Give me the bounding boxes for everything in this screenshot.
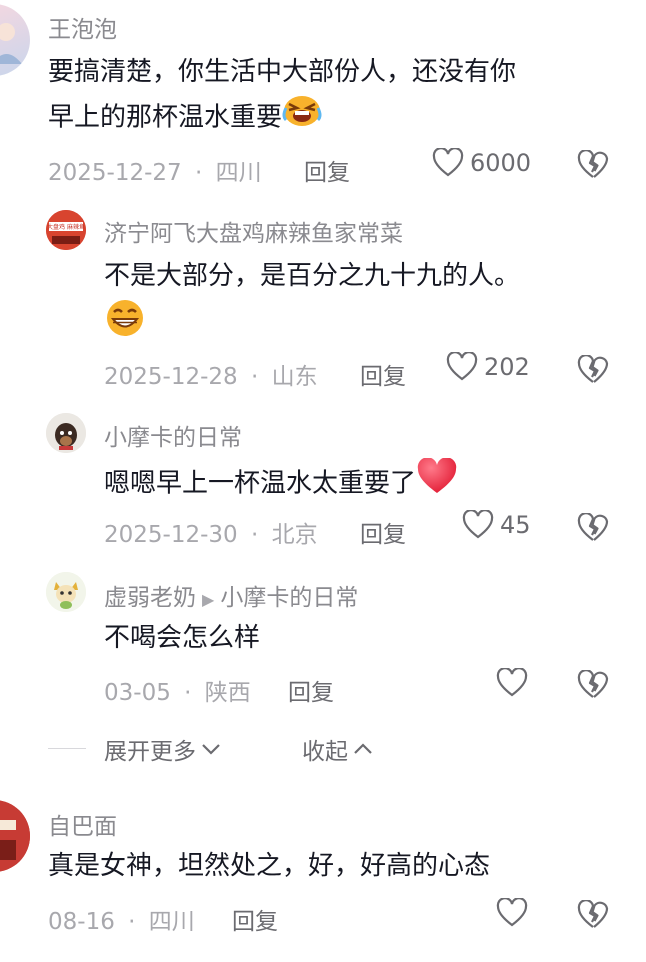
reply-arrow-icon: ▶ [202, 590, 215, 609]
comment-text-span: 嗯嗯早上一杯温水太重要了 [104, 468, 417, 499]
comment-text-span: 早上的那杯温水重要 [48, 102, 283, 133]
meta-separator: · [184, 680, 192, 706]
comment-meta: 2025-12-30 · 北京 [104, 515, 318, 549]
comment-author[interactable]: 虚弱老奶 [104, 585, 196, 611]
comment-text-line: 要搞清楚，你生活中大部份人，还没有你 [48, 57, 517, 87]
comment-author[interactable]: 小摩卡的日常 [104, 418, 242, 452]
laughing-crying-emoji [282, 94, 322, 142]
like-button[interactable]: 6000 [432, 148, 531, 178]
dislike-button[interactable] [577, 149, 609, 184]
reply-button[interactable]: 回复 [288, 673, 334, 707]
dislike-button[interactable] [577, 669, 609, 704]
collapse-button[interactable]: 收起 [302, 732, 374, 766]
comment-meta: 03-05 · 陕西 [104, 673, 251, 707]
comment-location: 山东 [271, 364, 318, 390]
comment-author[interactable]: 王泡泡 [48, 10, 117, 44]
comment-location: 陕西 [204, 680, 251, 706]
comment-text: 要搞清楚，你生活中大部份人，还没有你 早上的那杯温水重要 [48, 50, 516, 142]
comment-location: 四川 [148, 909, 195, 935]
like-button[interactable]: 45 [462, 510, 531, 540]
broken-heart-icon [577, 149, 609, 178]
comment-location: 北京 [271, 522, 318, 548]
comment-meta: 08-16 · 四川 [48, 902, 195, 936]
chevron-up-icon [354, 743, 372, 754]
collapse-label: 收起 [302, 739, 348, 765]
comment-text-line: 早上的那杯温水重要 [48, 94, 516, 142]
dislike-button[interactable] [577, 512, 609, 547]
replies-toggle-row: 展开更多 收起 [0, 732, 646, 766]
comment-date: 2025-12-28 [104, 364, 238, 390]
dislike-button[interactable] [577, 899, 609, 934]
like-count: 45 [500, 511, 531, 539]
like-count: 202 [484, 353, 530, 381]
expand-more-button[interactable]: 展开更多 [104, 732, 222, 766]
broken-heart-icon [577, 354, 609, 383]
broken-heart-icon [577, 899, 609, 928]
red-heart-emoji [416, 457, 458, 510]
heart-outline-icon [432, 148, 464, 177]
avatar[interactable] [0, 4, 30, 76]
comment-location: 四川 [215, 160, 262, 186]
comment-text-line [104, 298, 520, 342]
reply-button[interactable]: 回复 [360, 357, 406, 391]
meta-separator: · [194, 160, 203, 186]
heart-outline-icon [446, 352, 478, 381]
comment-meta: 2025-12-27 · 四川 [48, 153, 262, 187]
heart-outline-icon [496, 898, 528, 927]
avatar[interactable] [46, 572, 86, 612]
chevron-down-icon [202, 744, 220, 755]
like-button[interactable] [496, 898, 528, 928]
heart-outline-icon [496, 668, 528, 697]
reply-button[interactable]: 回复 [232, 902, 278, 936]
comment-author-line: 虚弱老奶 ▶ 小摩卡的日常 [104, 578, 358, 612]
reply-button[interactable]: 回复 [304, 153, 350, 187]
avatar[interactable] [0, 800, 30, 872]
comment-text: 不是大部分，是百分之九十九的人。 [104, 254, 520, 342]
comment-text-line: 不是大部分，是百分之九十九的人。 [104, 261, 521, 291]
comment-date: 2025-12-30 [104, 522, 238, 548]
divider-line [48, 748, 86, 749]
meta-separator: · [250, 522, 259, 548]
meta-separator: · [250, 364, 259, 390]
like-count: 6000 [470, 149, 532, 177]
comment-author[interactable]: 济宁阿飞大盘鸡麻辣鱼家常菜 [104, 214, 403, 248]
heart-outline-icon [462, 510, 494, 539]
like-button[interactable] [496, 668, 528, 698]
comment-author[interactable]: 自巴面 [48, 807, 117, 841]
comment-date: 03-05 [104, 680, 171, 706]
avatar[interactable]: 大盘鸡 麻辣鱼 [46, 210, 86, 250]
comment-text: 不喝会怎么样 [104, 623, 261, 653]
comment-date: 2025-12-27 [48, 160, 182, 186]
dislike-button[interactable] [577, 354, 609, 389]
broken-heart-icon [577, 512, 609, 541]
comment-date: 08-16 [48, 909, 115, 935]
comment-text: 嗯嗯早上一杯温水太重要了 [104, 457, 458, 510]
meta-separator: · [128, 909, 136, 935]
broken-heart-icon [577, 669, 609, 698]
comment-meta: 2025-12-28 · 山东 [104, 357, 318, 391]
reply-button[interactable]: 回复 [360, 515, 406, 549]
expand-more-label: 展开更多 [104, 739, 196, 765]
grinning-emoji [104, 298, 146, 352]
avatar[interactable] [46, 413, 86, 453]
comment-text: 真是女神，坦然处之，好，好高的心态 [48, 851, 491, 881]
avatar-text: 大盘鸡 麻辣鱼 [47, 223, 85, 231]
like-button[interactable]: 202 [446, 352, 530, 382]
reply-to-author[interactable]: 小摩卡的日常 [220, 585, 358, 611]
